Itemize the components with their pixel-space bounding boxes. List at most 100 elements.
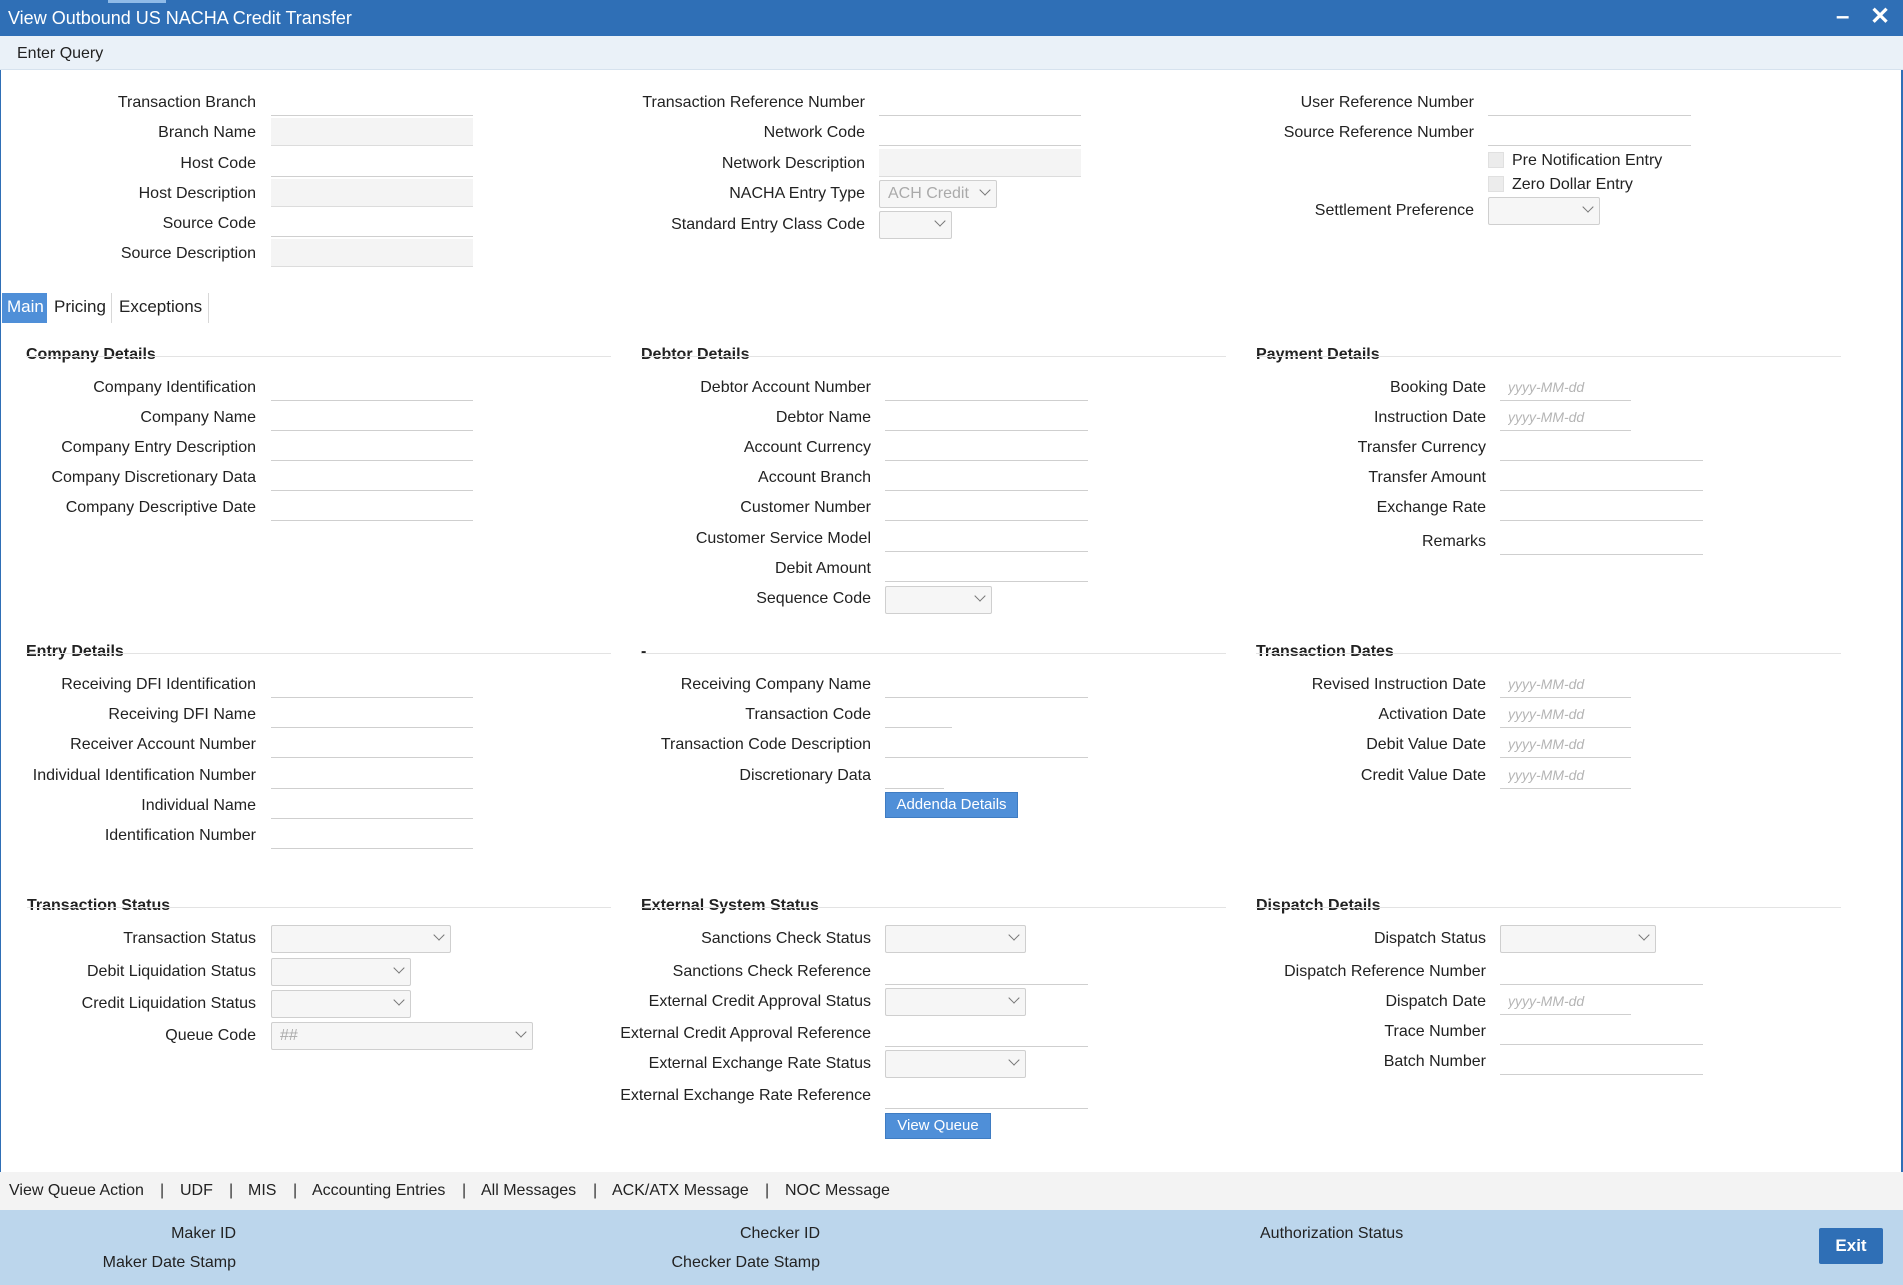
- zero-dollar-entry-checkbox[interactable]: [1488, 176, 1504, 192]
- debtor-account-number-input[interactable]: [885, 373, 1088, 401]
- company-descriptive-date-input[interactable]: [271, 493, 473, 521]
- debtor-name-input[interactable]: [885, 403, 1088, 431]
- remarks-input[interactable]: [1500, 527, 1703, 555]
- standard-entry-class-code-label: Standard Entry Class Code: [671, 216, 865, 233]
- transaction-code-description-input[interactable]: [885, 730, 1088, 758]
- company-discretionary-data-input[interactable]: [271, 463, 473, 491]
- instruction-date-input[interactable]: [1500, 403, 1631, 431]
- customer-number-input[interactable]: [885, 493, 1088, 521]
- receiving-dfi-identification-input[interactable]: [271, 670, 473, 698]
- mis-link[interactable]: MIS: [248, 1182, 276, 1200]
- title-accent: [108, 0, 166, 3]
- udf-link[interactable]: UDF: [180, 1182, 213, 1200]
- activation-date-input[interactable]: [1500, 700, 1631, 728]
- footer-link-bar: View Queue Action | UDF | MIS | Accounti…: [0, 1172, 1903, 1210]
- account-branch-input[interactable]: [885, 463, 1088, 491]
- network-description-label: Network Description: [721, 155, 865, 172]
- company-entry-description-input[interactable]: [271, 433, 473, 461]
- section-divider: [26, 653, 611, 654]
- addenda-details-button[interactable]: Addenda Details: [885, 792, 1018, 818]
- credit-liquidation-status-select[interactable]: [271, 990, 411, 1018]
- transaction-code-input[interactable]: [885, 700, 952, 728]
- host-code-input[interactable]: [271, 149, 473, 177]
- sequence-code-select[interactable]: [885, 586, 992, 614]
- link-separator: |: [229, 1182, 234, 1199]
- debit-liquidation-status-select[interactable]: [271, 958, 411, 986]
- debit-liquidation-status-label: Debit Liquidation Status: [87, 963, 256, 980]
- company-name-label: Company Name: [140, 409, 256, 426]
- external-exchange-rate-reference-input[interactable]: [885, 1081, 1088, 1109]
- transfer-currency-input[interactable]: [1500, 433, 1703, 461]
- customer-service-model-input[interactable]: [885, 524, 1088, 552]
- view-queue-action-link[interactable]: View Queue Action: [9, 1182, 144, 1200]
- accounting-entries-link[interactable]: Accounting Entries: [312, 1182, 445, 1200]
- chevron-down-icon: [974, 590, 986, 602]
- exchange-rate-input[interactable]: [1500, 493, 1703, 521]
- batch-number-input[interactable]: [1500, 1047, 1703, 1075]
- customer-number-label: Customer Number: [740, 499, 871, 516]
- network-code-input[interactable]: [879, 118, 1081, 146]
- debit-value-date-input[interactable]: [1500, 730, 1631, 758]
- credit-value-date-label: Credit Value Date: [1360, 767, 1486, 784]
- dispatch-reference-number-input[interactable]: [1500, 957, 1703, 985]
- debit-amount-label: Debit Amount: [774, 560, 871, 577]
- queue-code-select[interactable]: ##: [271, 1022, 533, 1050]
- branch-name-label: Branch Name: [158, 124, 256, 141]
- transaction-reference-number-input[interactable]: [879, 88, 1081, 116]
- company-identification-input[interactable]: [271, 373, 473, 401]
- individual-name-label: Individual Name: [141, 797, 256, 814]
- remarks-label: Remarks: [1421, 533, 1486, 550]
- transfer-amount-input[interactable]: [1500, 463, 1703, 491]
- company-name-input[interactable]: [271, 403, 473, 431]
- receiving-company-name-input[interactable]: [885, 670, 1088, 698]
- dispatch-status-select[interactable]: [1500, 925, 1656, 953]
- section-divider: [641, 356, 1226, 357]
- tab-exceptions[interactable]: Exceptions: [114, 293, 209, 323]
- dispatch-date-input[interactable]: [1500, 987, 1631, 1015]
- toolbar: Enter Query: [0, 36, 1903, 70]
- settlement-preference-select[interactable]: [1488, 197, 1600, 225]
- noc-message-link[interactable]: NOC Message: [785, 1182, 890, 1200]
- source-reference-number-input[interactable]: [1488, 118, 1691, 146]
- exit-button[interactable]: Exit: [1819, 1228, 1883, 1264]
- user-reference-number-input[interactable]: [1488, 88, 1691, 116]
- discretionary-data-input[interactable]: [885, 761, 944, 789]
- source-code-input[interactable]: [271, 209, 473, 237]
- standard-entry-class-code-select[interactable]: [879, 211, 952, 239]
- revised-instruction-date-label: Revised Instruction Date: [1311, 676, 1486, 693]
- booking-date-input[interactable]: [1500, 373, 1631, 401]
- external-exchange-rate-status-select[interactable]: [885, 1050, 1026, 1078]
- identification-number-input[interactable]: [271, 821, 473, 849]
- external-exchange-rate-status-label: External Exchange Rate Status: [648, 1055, 871, 1072]
- tab-main[interactable]: Main: [2, 293, 47, 323]
- enter-query-button[interactable]: Enter Query: [17, 45, 103, 63]
- individual-name-input[interactable]: [271, 791, 473, 819]
- individual-identification-number-input[interactable]: [271, 761, 473, 789]
- ack-atx-message-link[interactable]: ACK/ATX Message: [612, 1182, 749, 1200]
- debit-amount-input[interactable]: [885, 554, 1088, 582]
- external-credit-approval-status-select[interactable]: [885, 988, 1026, 1016]
- authorization-status-label: Authorization Status: [1260, 1225, 1404, 1242]
- transaction-status-select[interactable]: [271, 925, 451, 953]
- transfer-currency-label: Transfer Currency: [1357, 439, 1486, 456]
- nacha-entry-type-select[interactable]: ACH Credit: [879, 180, 997, 208]
- revised-instruction-date-input[interactable]: [1500, 670, 1631, 698]
- sanctions-check-status-select[interactable]: [885, 925, 1026, 953]
- trace-number-input[interactable]: [1500, 1017, 1703, 1045]
- view-queue-button[interactable]: View Queue: [885, 1113, 991, 1139]
- trace-number-label: Trace Number: [1384, 1023, 1486, 1040]
- company-entry-description-label: Company Entry Description: [61, 439, 256, 456]
- credit-value-date-input[interactable]: [1500, 761, 1631, 789]
- receiver-account-number-input[interactable]: [271, 730, 473, 758]
- transaction-branch-input[interactable]: [271, 88, 473, 116]
- pre-notification-entry-checkbox[interactable]: [1488, 152, 1504, 168]
- minimize-icon[interactable]: –: [1836, 4, 1849, 30]
- tab-pricing[interactable]: Pricing: [49, 293, 112, 323]
- transaction-reference-number-label: Transaction Reference Number: [642, 94, 865, 111]
- all-messages-link[interactable]: All Messages: [481, 1182, 576, 1200]
- account-currency-input[interactable]: [885, 433, 1088, 461]
- external-credit-approval-reference-input[interactable]: [885, 1019, 1088, 1047]
- sanctions-check-reference-input[interactable]: [885, 957, 1088, 985]
- receiving-dfi-name-input[interactable]: [271, 700, 473, 728]
- close-icon[interactable]: ✕: [1870, 4, 1890, 30]
